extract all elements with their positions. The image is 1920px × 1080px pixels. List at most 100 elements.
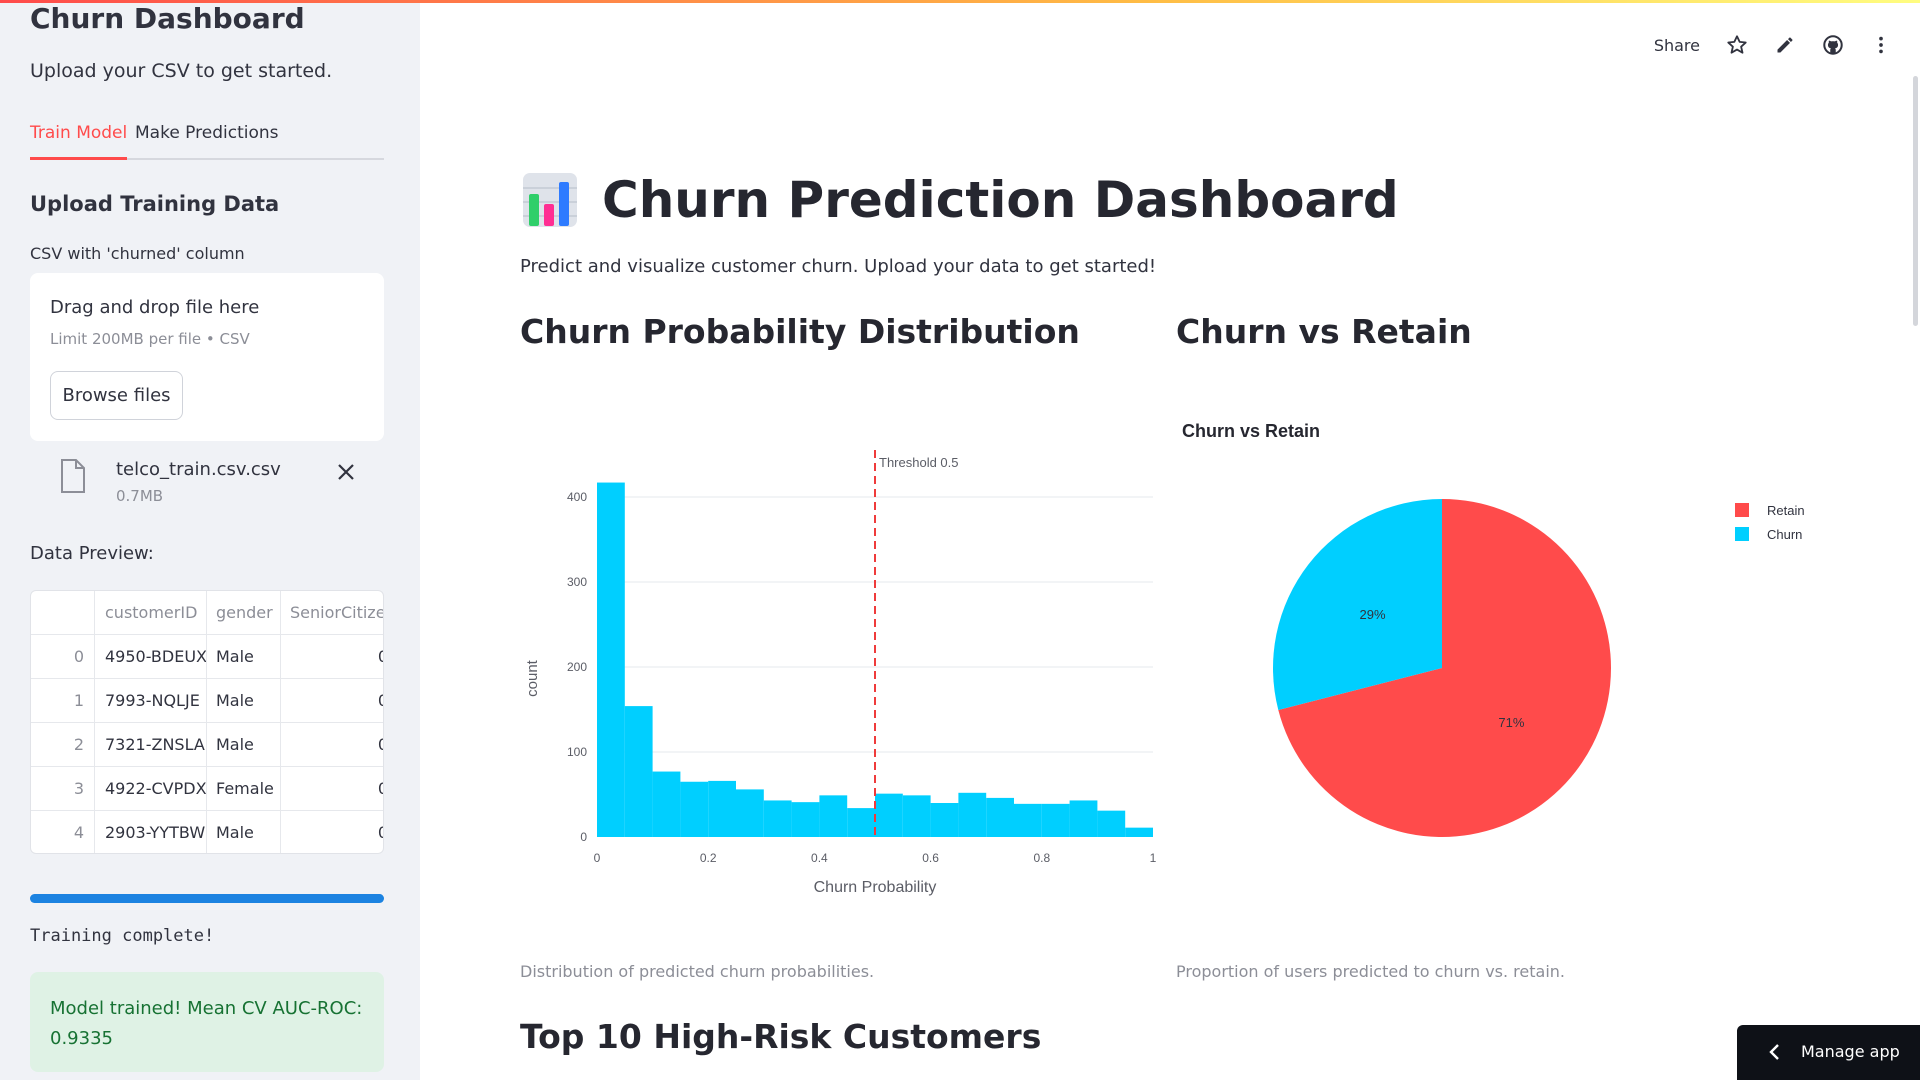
table-row[interactable]: 3 4922-CVPDX Female 0: [31, 767, 383, 811]
legend-swatch: [1735, 527, 1749, 541]
y-tick-label: 200: [567, 660, 587, 674]
histogram-bar: [930, 803, 959, 837]
histogram-bar: [652, 771, 681, 837]
table-header-cell[interactable]: gender: [207, 591, 281, 635]
file-icon: [61, 459, 85, 493]
training-progress-bar: [30, 894, 384, 903]
upload-label: CSV with 'churned' column: [30, 244, 245, 263]
pie-value-label: 29%: [1360, 607, 1386, 622]
sidebar-title: Churn Dashboard: [30, 2, 305, 35]
github-icon[interactable]: [1822, 34, 1844, 56]
table-cell: 2: [31, 723, 95, 767]
table-row[interactable]: 2 7321-ZNSLA Male 0: [31, 723, 383, 767]
histogram-bar: [624, 706, 653, 837]
histogram-bar: [1014, 803, 1042, 837]
table-cell: 0: [281, 679, 383, 723]
data-preview-table[interactable]: customerID gender SeniorCitizen 0 4950-B…: [30, 590, 384, 854]
success-alert: Model trained! Mean CV AUC-ROC: 0.9335: [30, 972, 384, 1072]
manage-app-button[interactable]: Manage app: [1737, 1025, 1920, 1080]
histogram-bar: [986, 797, 1014, 837]
file-name: telco_train.csv.csv: [116, 459, 281, 480]
dropzone-title: Drag and drop file here: [50, 297, 260, 318]
chevron-left-icon: [1767, 1042, 1783, 1066]
histogram-bar: [597, 482, 625, 837]
histogram-caption: Distribution of predicted churn probabil…: [520, 962, 875, 981]
top-decoration-stripe: [0, 0, 1920, 3]
pie-caption: Proportion of users predicted to churn v…: [1176, 962, 1565, 981]
table-header-row: customerID gender SeniorCitizen: [31, 591, 383, 635]
manage-app-label: Manage app: [1801, 1042, 1900, 1061]
edit-icon[interactable]: [1774, 34, 1796, 56]
table-cell: Male: [207, 635, 281, 679]
x-tick-label: 1: [1150, 851, 1157, 865]
pie-heading: Churn vs Retain: [1176, 312, 1472, 351]
more-vertical-icon[interactable]: [1870, 34, 1892, 56]
histogram-bar: [736, 789, 764, 837]
share-button[interactable]: Share: [1654, 36, 1700, 55]
x-tick-label: 0.6: [922, 851, 939, 865]
table-cell: Male: [207, 679, 281, 723]
histogram-heading: Churn Probability Distribution: [520, 312, 1080, 351]
table-cell: Male: [207, 723, 281, 767]
page-subtitle: Predict and visualize customer churn. Up…: [520, 256, 1157, 277]
legend-label: Retain: [1767, 503, 1805, 518]
table-cell: 4: [31, 811, 95, 853]
table-cell: Male: [207, 811, 281, 853]
x-tick-label: 0.2: [700, 851, 717, 865]
high-risk-heading: Top 10 High-Risk Customers: [520, 1017, 1042, 1056]
histogram-bar: [819, 795, 848, 837]
table-cell: 0: [281, 635, 383, 679]
table-cell: 4950-BDEUX: [95, 635, 207, 679]
training-status: Training complete!: [30, 926, 215, 946]
table-cell: Female: [207, 767, 281, 811]
histogram-bar: [875, 793, 903, 837]
sidebar-tabs: Train Model Make Predictions: [30, 120, 384, 160]
x-axis-label: Churn Probability: [814, 879, 937, 896]
table-row[interactable]: 0 4950-BDEUX Male 0: [31, 635, 383, 679]
table-header-cell[interactable]: SeniorCitizen: [281, 591, 383, 635]
close-icon: [338, 464, 354, 480]
file-dropzone[interactable]: Drag and drop file here Limit 200MB per …: [30, 273, 384, 441]
y-tick-label: 100: [567, 745, 587, 759]
star-icon[interactable]: [1726, 34, 1748, 56]
table-cell: 2903-YYTBW: [95, 811, 207, 853]
x-tick-label: 0: [594, 851, 601, 865]
upload-heading: Upload Training Data: [30, 192, 280, 216]
histogram-bar: [958, 792, 987, 837]
scrollbar-thumb[interactable]: [1913, 76, 1918, 326]
remove-file-button[interactable]: [336, 461, 356, 487]
histogram-bar: [763, 800, 792, 837]
browse-files-button[interactable]: Browse files: [50, 371, 183, 420]
table-row[interactable]: 4 2903-YYTBW Male 0: [31, 811, 383, 853]
table-header-cell[interactable]: customerID: [95, 591, 207, 635]
legend-label: Churn: [1767, 527, 1802, 542]
table-row[interactable]: 1 7993-NQLJE Male 0: [31, 679, 383, 723]
churn-vs-retain-pie-chart[interactable]: Churn vs Retain 71% 29% Retain Churn: [1170, 410, 1830, 870]
table-cell: 7321-ZNSLA: [95, 723, 207, 767]
pie-value-label: 71%: [1498, 715, 1524, 730]
threshold-label: Threshold 0.5: [879, 455, 959, 470]
table-cell: 4922-CVPDX: [95, 767, 207, 811]
table-cell: 3: [31, 767, 95, 811]
data-preview-label: Data Preview:: [30, 543, 154, 564]
table-cell: 0: [281, 811, 383, 853]
dropzone-limit: Limit 200MB per file • CSV: [50, 330, 250, 348]
y-tick-label: 300: [567, 575, 587, 589]
tab-train-model[interactable]: Train Model: [30, 123, 128, 160]
y-axis-label: count: [524, 659, 541, 697]
page-title-row: Churn Prediction Dashboard: [520, 165, 1399, 235]
table-cell: 0: [31, 635, 95, 679]
churn-probability-histogram[interactable]: 0 100 200 300 400 Threshold 0.5 0 0.2 0.4 0.6 0.8 1…: [510, 430, 1170, 900]
table-cell: 7993-NQLJE: [95, 679, 207, 723]
y-tick-label: 0: [580, 830, 587, 844]
table-cell: 0: [281, 723, 383, 767]
histogram-bar: [708, 780, 736, 837]
sidebar: Churn Dashboard Upload your CSV to get s…: [0, 0, 420, 1080]
header-toolbar: Share: [1654, 30, 1892, 60]
x-tick-label: 0.4: [811, 851, 828, 865]
x-tick-label: 0.8: [1033, 851, 1050, 865]
histogram-bar: [1097, 810, 1126, 837]
histogram-bar: [680, 781, 709, 837]
legend-swatch: [1735, 503, 1749, 517]
tab-make-predictions[interactable]: Make Predictions: [135, 123, 279, 160]
